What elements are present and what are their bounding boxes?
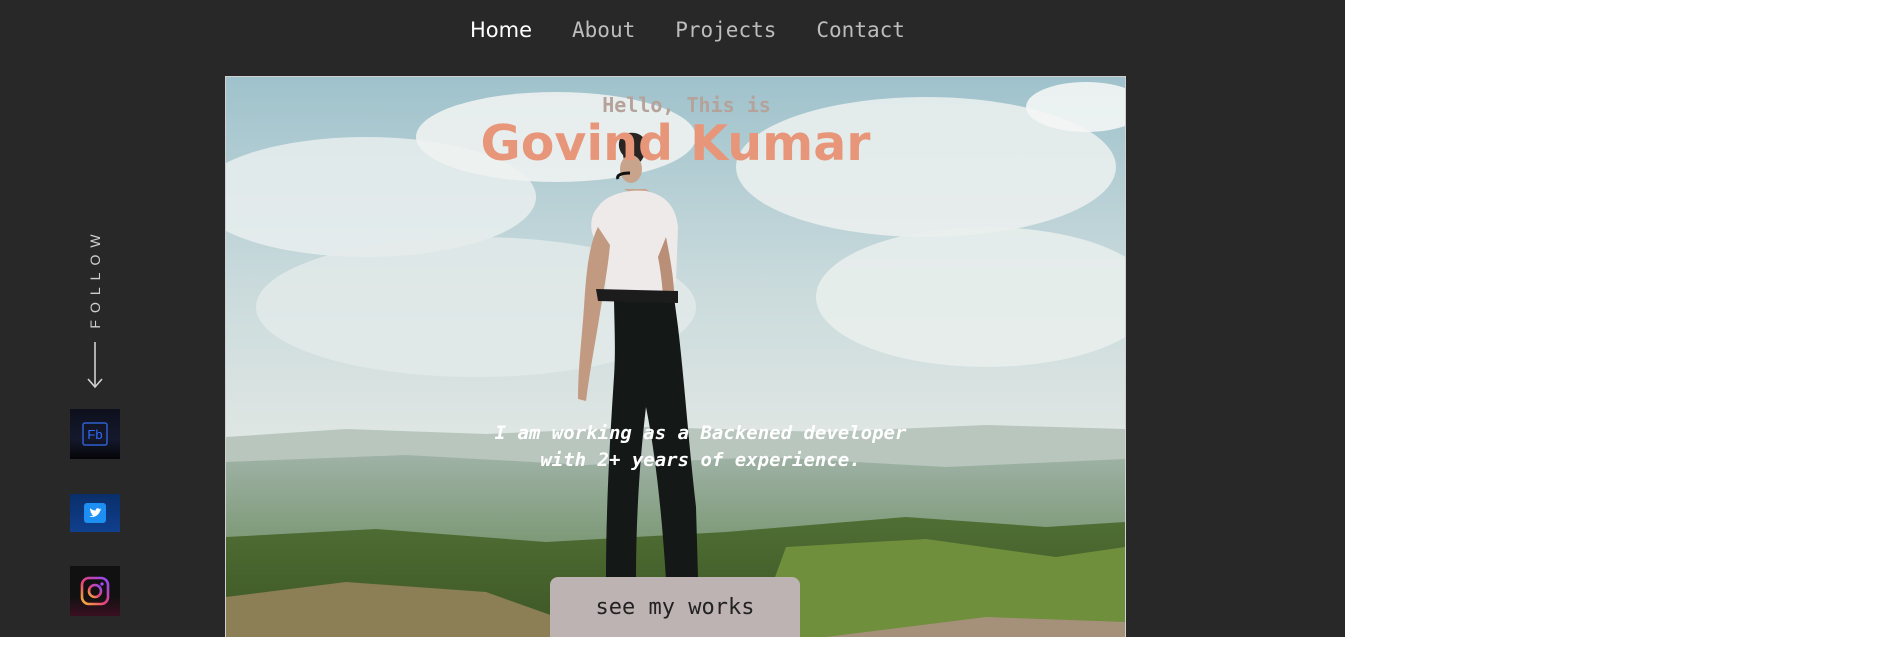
twitter-icon	[84, 503, 106, 523]
nav-contact[interactable]: Contact	[816, 18, 905, 42]
hero-tagline-line2: with 2+ years of experience.	[540, 449, 861, 471]
nav-home[interactable]: Home	[470, 18, 532, 42]
page: Home About Projects Contact FOLLOW Fb He…	[0, 0, 1345, 637]
follow-label: FOLLOW	[87, 227, 103, 329]
facebook-icon: Fb	[82, 422, 108, 446]
nav-projects[interactable]: Projects	[675, 18, 776, 42]
hero-name: Govind Kumar	[480, 115, 871, 172]
nav-about[interactable]: About	[572, 18, 635, 42]
see-my-works-button[interactable]: see my works	[550, 577, 800, 637]
top-nav: Home About Projects Contact	[470, 18, 905, 42]
hero-greeting: Hello, This is	[602, 93, 771, 117]
facebook-icon-label: Fb	[87, 427, 102, 442]
hero-tagline: I am working as a Backened developer wit…	[226, 420, 1125, 474]
arrow-down-icon	[87, 342, 103, 389]
hero-tagline-line1: I am working as a Backened developer	[494, 422, 907, 444]
hero-section: Hello, This is Govind Kumar I am working…	[225, 76, 1126, 637]
instagram-link[interactable]	[70, 566, 120, 616]
instagram-icon	[80, 576, 110, 606]
facebook-link[interactable]: Fb	[70, 409, 120, 459]
twitter-link[interactable]	[70, 494, 120, 532]
